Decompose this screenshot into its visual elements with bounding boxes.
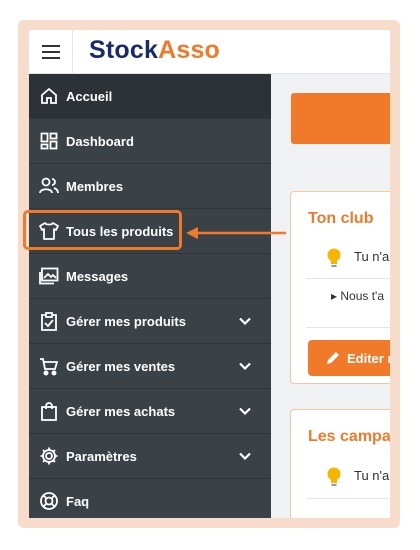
menu-toggle-button[interactable]: [29, 30, 73, 74]
sidebar-item-gerer-mes-achats[interactable]: Gérer mes achats: [29, 389, 271, 434]
sidebar-item-label: Paramètres: [66, 448, 137, 464]
page-header-banner: [291, 93, 390, 144]
sidebar-item-label: Accueil: [66, 88, 113, 104]
edit-club-button-label: Editer n: [347, 350, 390, 366]
top-bar: StockAsso: [29, 30, 390, 74]
sidebar-item-label: Gérer mes produits: [66, 313, 186, 329]
members-icon: [39, 176, 59, 196]
pencil-icon: [327, 352, 339, 364]
sidebar-item-label: Gérer mes ventes: [66, 358, 176, 374]
sidebar-item-label: Gérer mes achats: [66, 403, 176, 419]
sidebar-item-label: Membres: [66, 178, 124, 194]
sidebar-item-label: Dashboard: [66, 133, 134, 149]
edit-club-button[interactable]: Editer n: [308, 340, 390, 376]
sidebar-item-accueil[interactable]: Accueil: [29, 74, 271, 119]
chevron-down-icon[interactable]: [238, 359, 252, 373]
divider: [306, 498, 390, 499]
cart-icon: [39, 356, 59, 376]
sidebar-item-messages[interactable]: Messages: [29, 254, 271, 299]
annotation-arrow-icon: [186, 227, 286, 239]
main-content: Ton club Tu n'a ▸ Nous t'a Editer n Les …: [271, 74, 390, 518]
chevron-down-icon[interactable]: [238, 404, 252, 418]
sidebar-item-dashboard[interactable]: Dashboard: [29, 119, 271, 164]
divider: [306, 278, 390, 279]
sidebar-item-faq[interactable]: Faq: [29, 479, 271, 518]
chevron-down-icon[interactable]: [238, 314, 252, 328]
divider: [306, 327, 390, 328]
sidebar-item-gerer-mes-ventes[interactable]: Gérer mes ventes: [29, 344, 271, 389]
logo-part-asso: Asso: [158, 36, 221, 64]
campaigns-card-title: Les campag: [308, 428, 390, 445]
dashboard-icon: [39, 131, 59, 151]
shopping-bag-icon: [39, 401, 59, 421]
sidebar-item-parametres[interactable]: Paramètres: [29, 434, 271, 479]
clipboard-check-icon: [39, 311, 59, 331]
campaigns-card-tip: Tu n'a: [354, 468, 390, 483]
messages-icon: [39, 266, 59, 286]
lifebuoy-icon: [39, 491, 59, 511]
hamburger-icon: [41, 45, 60, 59]
home-icon: [39, 86, 59, 106]
app-logo[interactable]: StockAsso: [89, 36, 220, 65]
chevron-down-icon[interactable]: [238, 449, 252, 463]
app-screen: StockAsso Accueil Dashboard Membres Tous…: [29, 30, 390, 518]
lightbulb-icon: [327, 467, 341, 486]
lightbulb-icon: [327, 248, 341, 267]
sidebar-item-gerer-mes-produits[interactable]: Gérer mes produits: [29, 299, 271, 344]
campaigns-card: Les campag Tu n'a: [290, 409, 390, 518]
sidebar: Accueil Dashboard Membres Tous les produ…: [29, 74, 271, 518]
sidebar-item-label: Messages: [66, 268, 129, 284]
club-card-title: Ton club: [308, 210, 374, 227]
logo-part-stock: Stock: [89, 36, 159, 64]
sidebar-item-label: Faq: [66, 493, 90, 509]
sidebar-item-membres[interactable]: Membres: [29, 164, 271, 209]
club-card-tip: Tu n'a: [354, 249, 390, 264]
annotation-highlight-box: [23, 210, 182, 250]
gear-icon: [39, 446, 59, 466]
club-card-detail-toggle[interactable]: ▸ Nous t'a: [331, 289, 384, 303]
club-card: Ton club Tu n'a ▸ Nous t'a Editer n: [290, 191, 390, 384]
